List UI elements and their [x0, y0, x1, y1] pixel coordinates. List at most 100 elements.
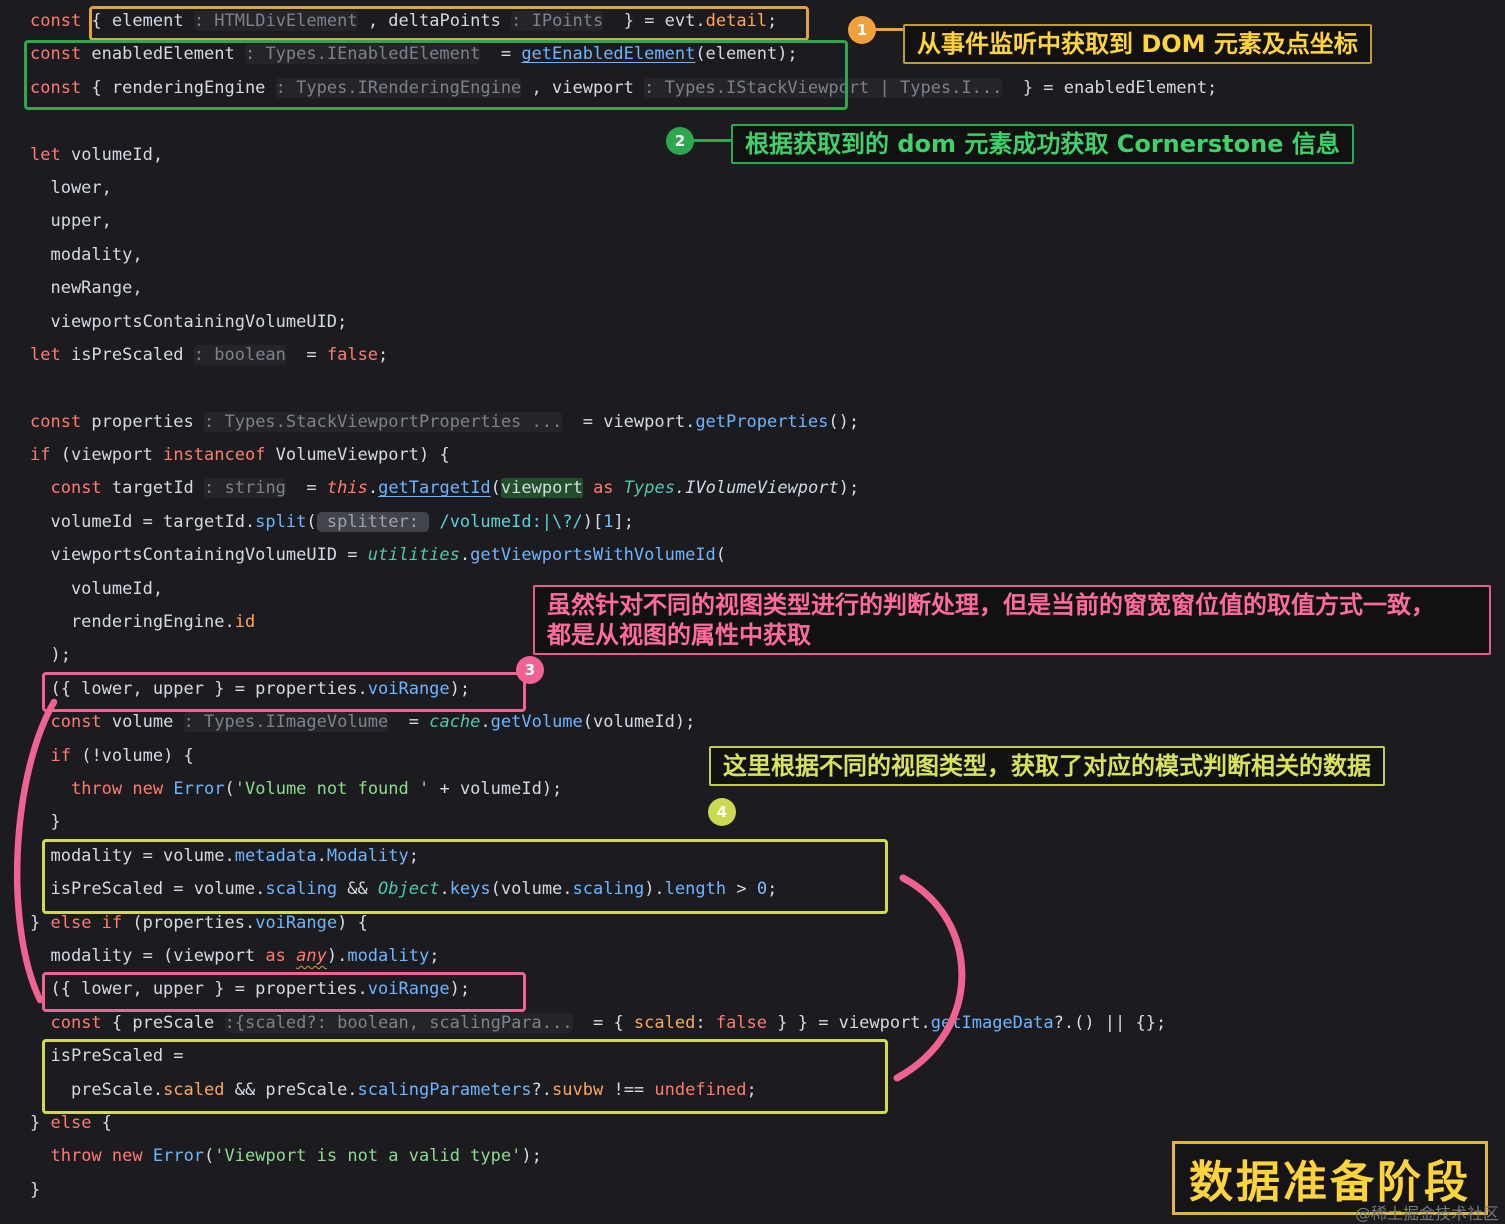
code-line: modality = (viewport as any).modality;	[30, 940, 1217, 973]
code-line: lower,	[30, 172, 1217, 205]
code-token: getImageData	[930, 1012, 1054, 1033]
code-token: volumeId,	[30, 578, 164, 599]
code-token: : Types.StackViewportProperties ...	[204, 411, 563, 432]
code-line: upper,	[30, 205, 1217, 238]
code-token: : Types.IEnabledElement	[244, 44, 481, 65]
code-token: (!volume) {	[81, 745, 194, 766]
code-token: scaled	[633, 1012, 696, 1033]
code-token: length	[664, 879, 727, 900]
code-token: suvbw	[552, 1079, 604, 1100]
code-token: .	[439, 879, 450, 900]
code-token: viewportsContainingVolumeUID;	[30, 311, 348, 332]
symbol-link[interactable]: getTargetId	[378, 478, 491, 498]
code-token: cache	[429, 712, 481, 733]
code-token: isPreScaled =	[30, 1046, 184, 1067]
code-token: viewportsContainingVolumeUID =	[30, 545, 368, 566]
code-token: as	[265, 945, 297, 966]
code-token: isPreScaled	[70, 344, 194, 365]
code-token: } = evt.	[603, 11, 706, 31]
code-token: ) {	[418, 445, 450, 466]
code-token: }	[30, 1112, 51, 1133]
code-token: false	[326, 344, 379, 365]
code-token: (properties.	[132, 912, 256, 933]
code-token: metadata	[234, 845, 317, 866]
code-token: properties	[91, 411, 205, 432]
code-token: volumeId,	[70, 144, 164, 165]
code-line: const { preScale :{scaled?: boolean, sca…	[30, 1007, 1217, 1040]
code-token: scalingParameters	[357, 1079, 532, 1100]
code-token: Error	[152, 1146, 205, 1167]
code-line: } else if (properties.voiRange) {	[30, 907, 1217, 940]
callout-badge-2: 2	[666, 127, 694, 155]
code-token: detail	[705, 11, 768, 31]
code-token: { renderingEngine	[91, 77, 276, 98]
code-token: let	[30, 344, 71, 365]
code-screenshot: const { element : HTMLDivElement , delta…	[0, 0, 1505, 1224]
code-token: targetId	[111, 478, 205, 499]
code-line: const targetId : string = this.getTarget…	[30, 472, 1217, 505]
code-token: renderingEngine.	[30, 612, 235, 633]
code-line: const volume : Types.IImageVolume = cach…	[30, 706, 1217, 739]
code-token: ;	[408, 845, 419, 866]
code-line: } else {	[30, 1107, 1217, 1140]
code-token: ();	[828, 411, 860, 432]
code-token: Error	[173, 778, 225, 799]
code-token: ;	[767, 879, 778, 900]
code-token: 0	[756, 879, 768, 900]
code-token: throw	[70, 778, 133, 799]
code-token: preScale.	[30, 1079, 164, 1100]
code-token: Object	[378, 879, 440, 900]
code-token: let	[30, 144, 71, 165]
code-token: = {	[572, 1012, 634, 1033]
code-token: =	[285, 478, 327, 499]
code-token: 1	[603, 511, 614, 532]
code-token: ;	[746, 1079, 757, 1100]
code-token: voiRange	[255, 912, 338, 933]
code-token: isPreScaled = volume.	[30, 879, 266, 900]
code-line: isPreScaled =	[30, 1040, 1217, 1073]
code-token: utilities	[367, 545, 460, 566]
symbol-link[interactable]: getEnabledElement	[521, 44, 695, 64]
code-token: { preScale	[111, 1012, 225, 1033]
code-line: }	[30, 806, 1217, 839]
code-token: =	[480, 44, 522, 65]
code-line: ({ lower, upper } = properties.voiRange)…	[30, 673, 1217, 706]
code-token: modality = volume.	[30, 845, 235, 866]
code-token: (volumeId);	[582, 712, 696, 733]
code-token: const	[30, 44, 92, 65]
code-token: &&	[337, 879, 379, 900]
watermark: @稀土掘金技术社区	[1354, 1204, 1499, 1223]
code-token: (viewport	[60, 445, 164, 466]
code-token: {	[91, 1112, 112, 1133]
code-token: (	[306, 511, 317, 532]
code-token: getVolume	[490, 712, 583, 733]
code-line: throw new Error('Viewport is not a valid…	[30, 1140, 1217, 1173]
note-mode-data: 这里根据不同的视图类型，获取了对应的模式判断相关的数据	[709, 746, 1385, 786]
code-token: )[	[582, 511, 604, 532]
code-token: ,	[357, 11, 389, 31]
code-token: .	[459, 545, 471, 566]
code-token: (	[224, 778, 235, 799]
code-token: ).	[644, 879, 665, 900]
code-token: newRange,	[30, 278, 143, 299]
code-token: : boolean	[193, 344, 286, 365]
code-token: Modality	[326, 845, 409, 866]
code-token: volumeId = targetId.	[30, 511, 256, 532]
code-token: );	[449, 979, 471, 1000]
code-line: volumeId = targetId.split( splitter: /vo…	[30, 506, 1217, 539]
code-token: const	[50, 1012, 112, 1033]
code-token: :	[695, 1012, 716, 1033]
code-token: else	[50, 1112, 92, 1133]
code-token: : Types.IRenderingEngine	[275, 77, 522, 98]
code-token: voiRange	[367, 979, 450, 1000]
code-token: : HTMLDivElement	[193, 11, 358, 31]
code-token: throw	[50, 1146, 112, 1167]
code-line: viewportsContainingVolumeUID;	[30, 306, 1217, 339]
code-token: if	[50, 745, 82, 766]
code-token: = viewport.	[562, 411, 696, 432]
